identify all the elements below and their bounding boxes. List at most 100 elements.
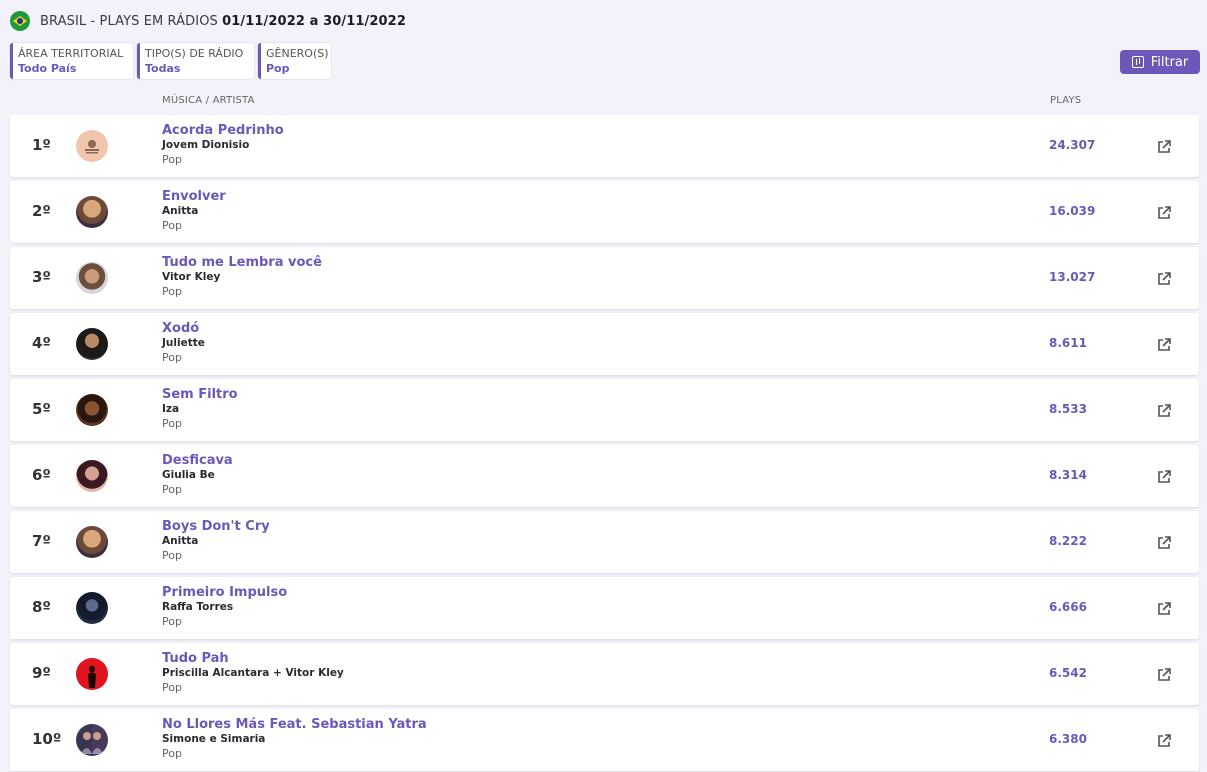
rank-number: 9º <box>32 664 51 682</box>
rank-number: 3º <box>32 268 51 286</box>
artist-name[interactable]: Anitta <box>162 205 198 218</box>
genre-label: Pop <box>162 681 182 694</box>
plays-count: 13.027 <box>1049 270 1096 284</box>
sliders-icon <box>1131 56 1144 68</box>
plays-count: 6.380 <box>1049 732 1087 746</box>
song-title[interactable]: Tudo Pah <box>162 651 229 667</box>
song-title[interactable]: No Llores Más Feat. Sebastian Yatra <box>162 717 427 733</box>
artist-name[interactable]: Juliette <box>162 337 205 350</box>
song-title[interactable]: Xodó <box>162 321 199 337</box>
filter-genre-value: Pop <box>266 62 290 75</box>
ranking-row: 6º Desficava Giulia Be Pop 8.314 <box>10 445 1199 507</box>
date-range: 01/11/2022 a 30/11/2022 <box>222 13 406 29</box>
genre-label: Pop <box>162 351 182 364</box>
ranking-row: 2º Envolver Anitta Pop 16.039 <box>10 181 1199 243</box>
rank-number: 7º <box>32 532 51 550</box>
artist-name[interactable]: Raffa Torres <box>162 601 233 614</box>
column-header-plays: PLAYS <box>1050 95 1082 106</box>
filter-genre[interactable]: GÊNERO(S) Pop <box>258 43 331 79</box>
ranking-row: 8º Primeiro Impulso Raffa Torres Pop 6.6… <box>10 577 1199 639</box>
artist-name[interactable]: Iza <box>162 403 179 416</box>
rank-number: 2º <box>32 202 51 220</box>
plays-count: 8.533 <box>1049 402 1087 416</box>
genre-label: Pop <box>162 483 182 496</box>
artist-avatar <box>76 658 108 690</box>
external-link-icon[interactable] <box>1156 601 1172 617</box>
rank-number: 6º <box>32 466 51 484</box>
artist-avatar <box>76 460 108 492</box>
song-title[interactable]: Boys Don't Cry <box>162 519 270 535</box>
filter-bar: ÁREA TERRITORIAL Todo País TIPO(S) DE RÁ… <box>10 43 331 79</box>
artist-name[interactable]: Vitor Kley <box>162 271 220 284</box>
page-title: BRASIL - PLAYS EM RÁDIOS 01/11/2022 a 30… <box>40 14 406 29</box>
external-link-icon[interactable] <box>1156 667 1172 683</box>
ranking-row: 9º Tudo Pah Priscilla Alcantara + Vitor … <box>10 643 1199 705</box>
genre-label: Pop <box>162 153 182 166</box>
ranking-row: 1º Acorda Pedrinho Jovem Dionisio Pop 24… <box>10 115 1199 177</box>
genre-label: Pop <box>162 615 182 628</box>
page-header: BRASIL - PLAYS EM RÁDIOS 01/11/2022 a 30… <box>10 10 406 32</box>
song-title[interactable]: Tudo me Lembra você <box>162 255 322 271</box>
external-link-icon[interactable] <box>1156 139 1172 155</box>
artist-name[interactable]: Giulia Be <box>162 469 215 482</box>
ranking-row: 10º No Llores Más Feat. Sebastian Yatra … <box>10 709 1199 771</box>
plays-count: 8.314 <box>1049 468 1087 482</box>
filter-area-label: ÁREA TERRITORIAL <box>18 47 124 60</box>
song-title[interactable]: Envolver <box>162 189 226 205</box>
external-link-icon[interactable] <box>1156 205 1172 221</box>
genre-label: Pop <box>162 285 182 298</box>
rank-number: 1º <box>32 136 51 154</box>
genre-label: Pop <box>162 747 182 760</box>
external-link-icon[interactable] <box>1156 337 1172 353</box>
plays-count: 8.611 <box>1049 336 1087 350</box>
column-header-music: MÚSICA / ARTISTA <box>162 95 255 106</box>
artist-avatar <box>76 262 108 294</box>
plays-count: 6.666 <box>1049 600 1087 614</box>
artist-avatar <box>76 592 108 624</box>
song-title[interactable]: Desficava <box>162 453 233 469</box>
plays-count: 24.307 <box>1049 138 1096 152</box>
ranking-row: 3º Tudo me Lembra você Vitor Kley Pop 13… <box>10 247 1199 309</box>
song-title[interactable]: Primeiro Impulso <box>162 585 287 601</box>
external-link-icon[interactable] <box>1156 733 1172 749</box>
artist-avatar <box>76 130 108 162</box>
artist-name[interactable]: Jovem Dionisio <box>162 139 249 152</box>
artist-avatar <box>76 328 108 360</box>
plays-count: 8.222 <box>1049 534 1087 548</box>
rank-number: 10º <box>32 730 62 748</box>
ranking-list: 1º Acorda Pedrinho Jovem Dionisio Pop 24… <box>10 115 1199 772</box>
external-link-icon[interactable] <box>1156 403 1172 419</box>
song-title[interactable]: Sem Filtro <box>162 387 238 403</box>
song-title[interactable]: Acorda Pedrinho <box>162 123 284 139</box>
ranking-row: 5º Sem Filtro Iza Pop 8.533 <box>10 379 1199 441</box>
brazil-flag-icon <box>10 11 30 31</box>
rank-number: 4º <box>32 334 51 352</box>
artist-avatar <box>76 196 108 228</box>
rank-number: 5º <box>32 400 51 418</box>
artist-avatar <box>76 526 108 558</box>
ranking-row: 4º Xodó Juliette Pop 8.611 <box>10 313 1199 375</box>
filter-button-label: Filtrar <box>1150 54 1189 70</box>
title-prefix: BRASIL - PLAYS EM RÁDIOS <box>40 13 218 29</box>
plays-count: 6.542 <box>1049 666 1087 680</box>
artist-name[interactable]: Simone e Simaria <box>162 733 265 746</box>
filter-radio-type[interactable]: TIPO(S) DE RÁDIO Todas <box>137 43 254 79</box>
filter-area-value: Todo País <box>18 62 77 75</box>
external-link-icon[interactable] <box>1156 535 1172 551</box>
genre-label: Pop <box>162 549 182 562</box>
filter-radio-type-label: TIPO(S) DE RÁDIO <box>145 47 244 60</box>
filter-area[interactable]: ÁREA TERRITORIAL Todo País <box>10 43 133 79</box>
ranking-row: 7º Boys Don't Cry Anitta Pop 8.222 <box>10 511 1199 573</box>
genre-label: Pop <box>162 219 182 232</box>
artist-avatar <box>76 724 108 756</box>
artist-name[interactable]: Anitta <box>162 535 198 548</box>
external-link-icon[interactable] <box>1156 271 1172 287</box>
plays-count: 16.039 <box>1049 204 1096 218</box>
filter-genre-label: GÊNERO(S) <box>266 47 329 60</box>
filter-button[interactable]: Filtrar <box>1120 50 1200 74</box>
artist-name[interactable]: Priscilla Alcantara + Vitor Kley <box>162 667 344 680</box>
filter-radio-type-value: Todas <box>145 62 181 75</box>
artist-avatar <box>76 394 108 426</box>
external-link-icon[interactable] <box>1156 469 1172 485</box>
rank-number: 8º <box>32 598 51 616</box>
